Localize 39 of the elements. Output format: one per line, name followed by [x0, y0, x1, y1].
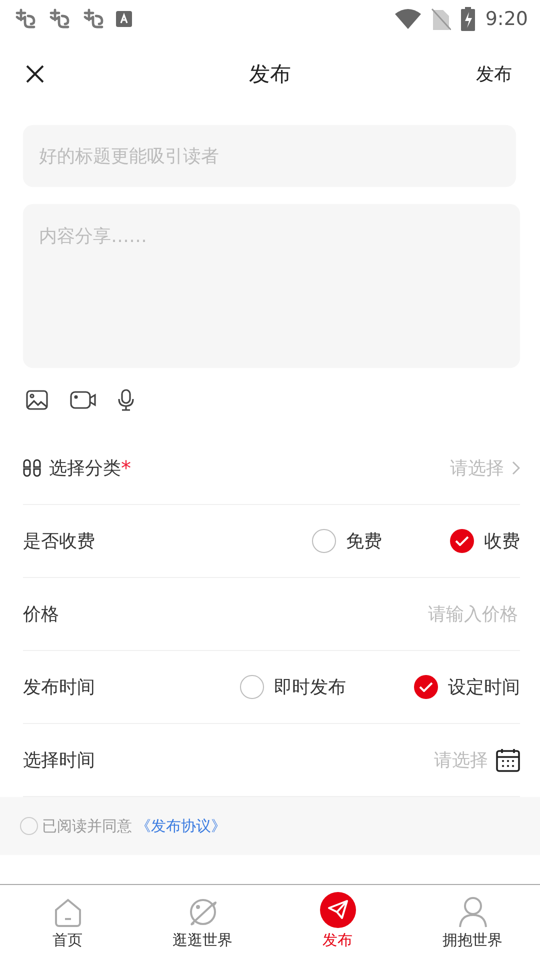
required-mark: * [121, 456, 131, 480]
nav-tab[interactable]: 发布 [270, 885, 405, 960]
app-notification-icon [82, 7, 106, 31]
page-title: 发布 [249, 61, 291, 88]
app-notification-icon [48, 7, 72, 31]
image-icon[interactable] [26, 390, 48, 410]
home-icon [52, 898, 82, 928]
send-icon [320, 892, 356, 928]
radio-option[interactable]: 即时发布 [240, 675, 346, 699]
video-camera-icon[interactable] [70, 391, 96, 409]
microphone-icon[interactable] [118, 389, 134, 411]
agree-checkbox[interactable] [20, 817, 38, 835]
radio-option[interactable]: 免费 [312, 529, 382, 553]
agreement-text: 已阅读并同意 [42, 816, 132, 836]
close-icon[interactable] [26, 65, 44, 83]
content-field[interactable]: 内容分享…… [23, 204, 520, 368]
form-label: 发布时间 [23, 676, 95, 699]
radio-option[interactable]: 收费 [450, 529, 520, 553]
notification-icon [116, 11, 132, 27]
form-label: 是否收费 [23, 530, 95, 553]
person-icon [456, 896, 488, 928]
chevron-right-icon [512, 461, 520, 475]
battery-icon [461, 7, 476, 31]
radio-option[interactable]: 设定时间 [414, 675, 520, 699]
app-notification-icon [14, 7, 38, 31]
nav-tab[interactable]: 拥抱世界 [405, 885, 540, 960]
form-label: 价格 [23, 603, 59, 626]
wifi-icon [395, 9, 422, 29]
form-label: 选择时间 [23, 749, 95, 772]
no-sim-icon [431, 8, 452, 30]
title-field[interactable]: 好的标题更能吸引读者 [23, 125, 516, 187]
form-label: 选择分类 [49, 457, 121, 480]
status-time: 9:20 [485, 8, 528, 30]
grid-icon [23, 459, 41, 477]
nav-tab[interactable]: 首页 [0, 885, 135, 960]
calendar-icon[interactable] [496, 748, 520, 772]
publish-button[interactable]: 发布 [476, 62, 512, 86]
nav-tab[interactable]: 逛逛世界 [135, 885, 270, 960]
agreement-link[interactable]: 《发布协议》 [136, 816, 226, 836]
